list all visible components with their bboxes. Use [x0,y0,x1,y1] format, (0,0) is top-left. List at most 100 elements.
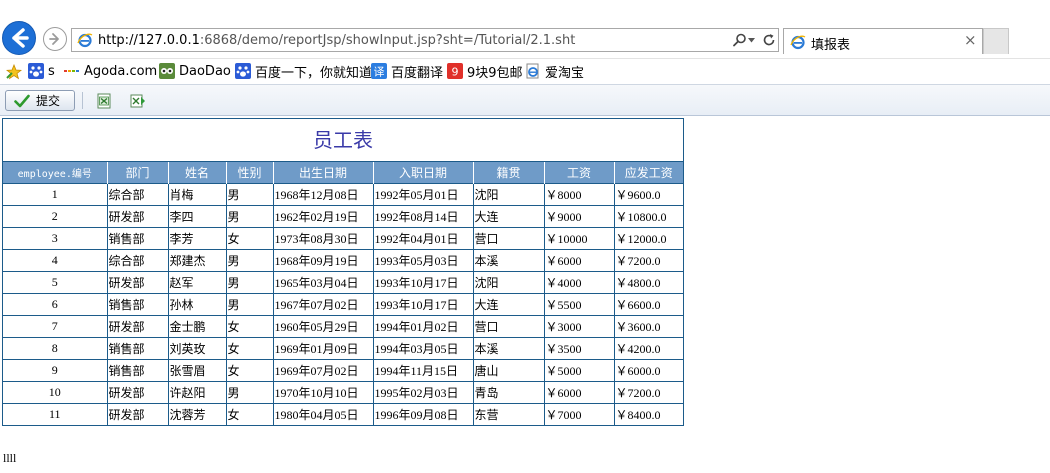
table-cell[interactable]: 男 [225,183,274,206]
table-cell[interactable]: 沈阳 [472,271,545,294]
table-cell[interactable]: 1969年07月02日 [272,359,374,382]
table-cell[interactable]: ￥3600.0 [613,315,683,338]
table-cell[interactable]: 女 [225,337,274,360]
table-cell[interactable]: ￥8400.0 [613,403,683,425]
table-cell[interactable]: 女 [225,227,274,250]
table-cell[interactable]: ￥7200.0 [613,249,683,272]
table-cell[interactable]: ￥3500 [543,337,615,360]
close-icon[interactable]: × [964,31,977,49]
table-cell[interactable]: 1967年07月02日 [272,293,374,316]
table-cell[interactable]: 销售部 [106,337,169,360]
table-cell[interactable]: ￥5000 [543,359,615,382]
table-cell[interactable]: 东营 [472,403,545,425]
table-cell[interactable]: 9 [3,359,108,382]
table-cell[interactable]: 唐山 [472,359,545,382]
table-cell[interactable]: 研发部 [106,381,169,404]
table-cell[interactable]: 孙林 [167,293,227,316]
table-cell[interactable]: ￥6000.0 [613,359,683,382]
table-cell[interactable]: 营口 [472,315,545,338]
table-cell[interactable]: 4 [3,249,108,272]
table-cell[interactable]: 男 [225,381,274,404]
table-cell[interactable]: 女 [225,315,274,338]
table-cell[interactable]: ￥8000 [543,183,615,206]
table-cell[interactable]: 女 [225,403,274,425]
table-cell[interactable]: 5 [3,271,108,294]
table-cell[interactable]: 10 [3,381,108,404]
table-cell[interactable]: 综合部 [106,249,169,272]
table-cell[interactable]: 1969年01月09日 [272,337,374,360]
table-cell[interactable]: 8 [3,337,108,360]
table-cell[interactable]: 1980年04月05日 [272,403,374,425]
table-cell[interactable]: 大连 [472,293,545,316]
table-cell[interactable]: 沈蓉芳 [167,403,227,425]
table-cell[interactable]: 1994年01月02日 [372,315,474,338]
table-cell[interactable]: 2 [3,205,108,228]
table-cell[interactable]: ￥5500 [543,293,615,316]
forward-button[interactable] [43,27,67,51]
table-cell[interactable]: 1970年10月10日 [272,381,374,404]
table-cell[interactable]: 7 [3,315,108,338]
favorite-item[interactable]: s [28,62,55,80]
table-cell[interactable]: 大连 [472,205,545,228]
table-cell[interactable]: 女 [225,359,274,382]
submit-button[interactable]: 提交 [5,90,75,111]
table-cell[interactable]: ￥6600.0 [613,293,683,316]
table-cell[interactable]: 研发部 [106,403,169,425]
table-cell[interactable]: 1992年05月01日 [372,183,474,206]
table-cell[interactable]: 3 [3,227,108,250]
new-tab-button[interactable] [983,28,1009,54]
table-cell[interactable]: 金士鹏 [167,315,227,338]
favorite-item[interactable]: 9 9块9包邮 [447,62,523,81]
table-cell[interactable]: 1 [3,183,108,206]
table-cell[interactable]: ￥3000 [543,315,615,338]
table-cell[interactable]: 男 [225,293,274,316]
table-cell[interactable]: 沈阳 [472,183,545,206]
table-cell[interactable]: 1973年08月30日 [272,227,374,250]
favorite-item[interactable]: 爱淘宝 [525,62,584,81]
table-cell[interactable]: 1993年10月17日 [372,293,474,316]
address-bar[interactable]: http://127.0.0.1:6868/demo/reportJsp/sho… [71,28,779,52]
table-cell[interactable]: ￥4800.0 [613,271,683,294]
table-cell[interactable]: 1993年05月03日 [372,249,474,272]
table-cell[interactable]: 本溪 [472,249,545,272]
table-cell[interactable]: 李四 [167,205,227,228]
table-cell[interactable]: 1960年05月29日 [272,315,374,338]
table-cell[interactable]: 赵军 [167,271,227,294]
table-cell[interactable]: ￥6000 [543,381,615,404]
table-cell[interactable]: 1962年02月19日 [272,205,374,228]
table-cell[interactable]: 青岛 [472,381,545,404]
table-cell[interactable]: 营口 [472,227,545,250]
table-cell[interactable]: 11 [3,403,108,425]
favorite-item[interactable]: Agoda.com [64,62,157,80]
table-cell[interactable]: ￥10000 [543,227,615,250]
table-cell[interactable]: ￥9000 [543,205,615,228]
table-cell[interactable]: 许赵阳 [167,381,227,404]
table-cell[interactable]: 刘英玫 [167,337,227,360]
table-cell[interactable]: 1992年08月14日 [372,205,474,228]
table-cell[interactable]: 1968年09月19日 [272,249,374,272]
table-cell[interactable]: 男 [225,271,274,294]
excel-export-icon[interactable] [96,93,112,109]
table-cell[interactable]: ￥9600.0 [613,183,683,206]
table-cell[interactable]: 1994年11月15日 [372,359,474,382]
tab-active[interactable]: 填报表 × [783,28,983,54]
table-cell[interactable]: 1968年12月08日 [272,183,374,206]
search-icon[interactable] [732,32,748,48]
favorite-item[interactable]: DaoDao [159,62,231,80]
favorite-item[interactable]: 译 百度翻译 [371,62,443,81]
table-cell[interactable]: 综合部 [106,183,169,206]
favorite-item[interactable]: 百度一下，你就知道 [235,62,372,81]
table-cell[interactable]: 1995年02月03日 [372,381,474,404]
table-cell[interactable]: 1993年10月17日 [372,271,474,294]
table-cell[interactable]: 销售部 [106,293,169,316]
table-cell[interactable]: ￥7200.0 [613,381,683,404]
table-cell[interactable]: ￥4000 [543,271,615,294]
table-cell[interactable]: 1994年03月05日 [372,337,474,360]
favorites-star-icon[interactable] [6,64,22,80]
table-cell[interactable]: 销售部 [106,359,169,382]
table-cell[interactable]: 研发部 [106,205,169,228]
table-cell[interactable]: 6 [3,293,108,316]
table-cell[interactable]: ￥6000 [543,249,615,272]
table-cell[interactable]: 肖梅 [167,183,227,206]
table-cell[interactable]: 1996年09月08日 [372,403,474,425]
